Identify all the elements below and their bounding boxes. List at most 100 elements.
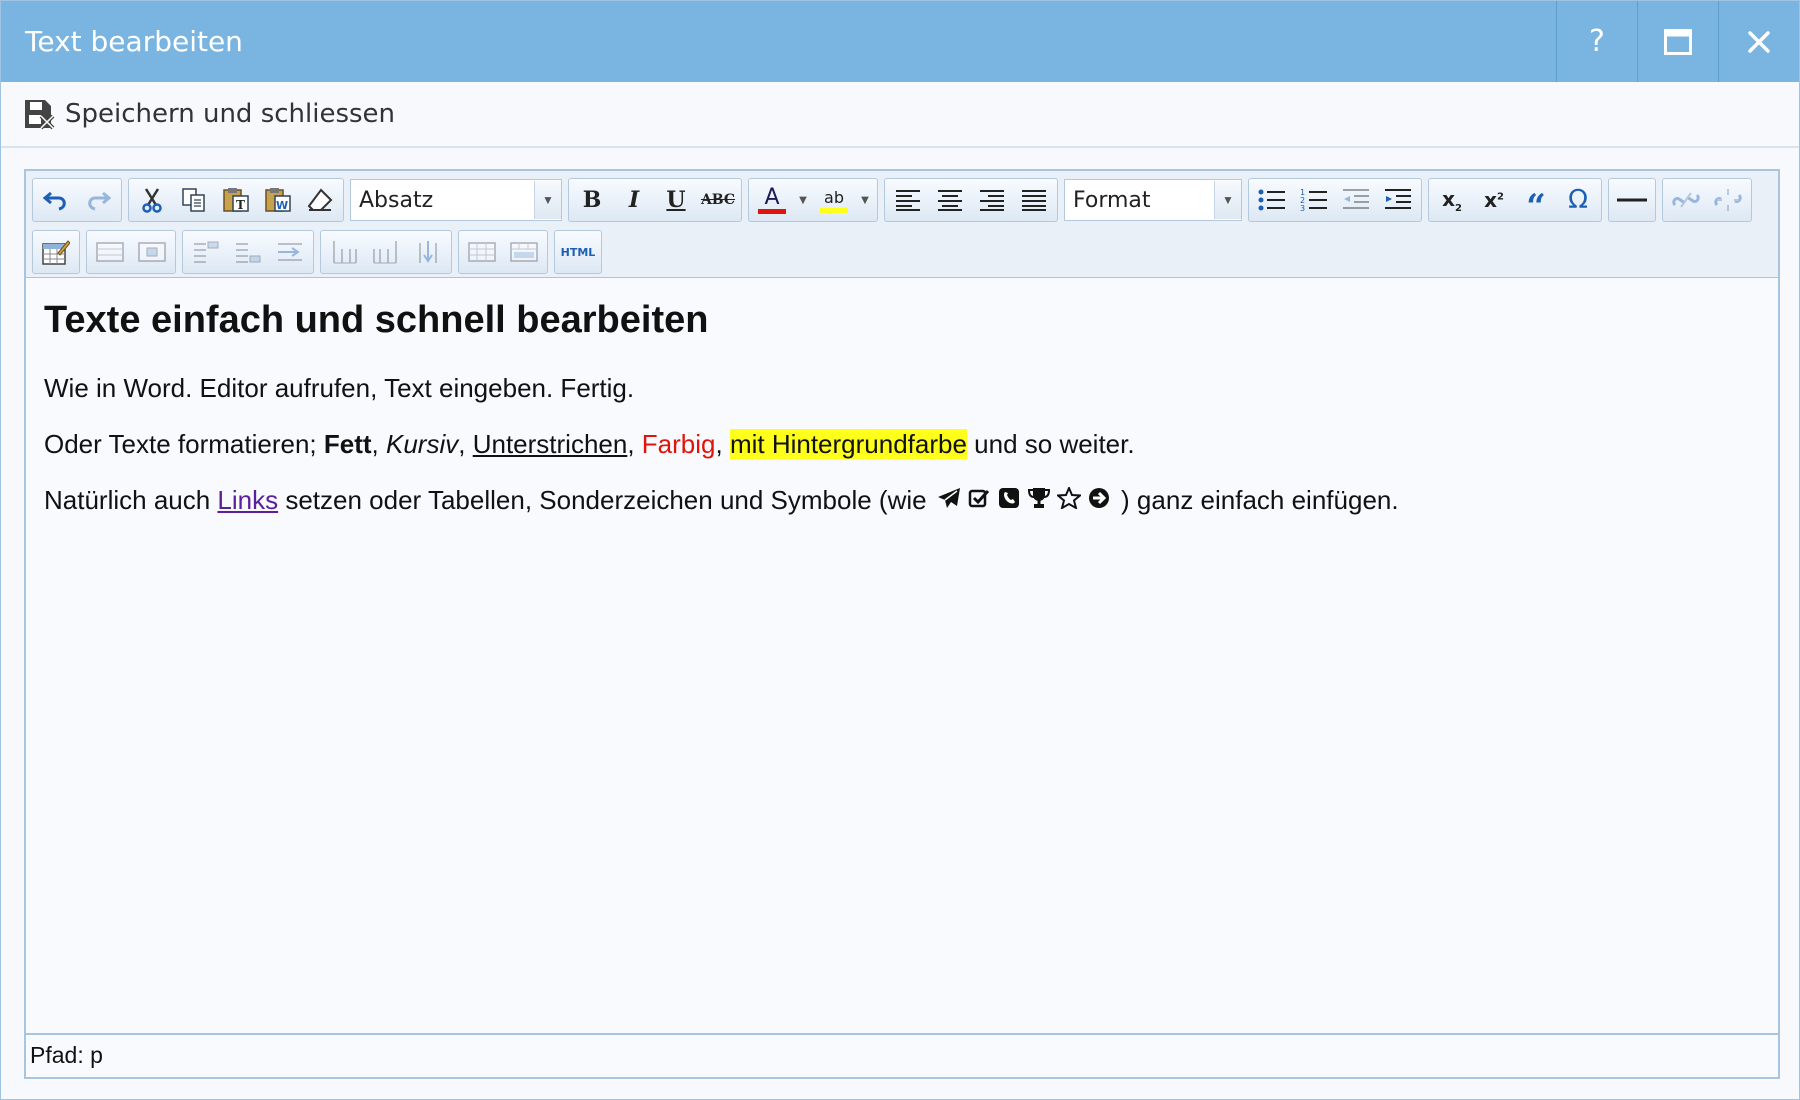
rich-text-editor: T W Absatz ▼ B I U ABC A ▼ ab ▼ Format ▼…: [24, 169, 1780, 1079]
editor-content[interactable]: Texte einfach und schnell bearbeiten Wie…: [26, 278, 1778, 1033]
copy-button[interactable]: [173, 181, 215, 219]
paragraph-select[interactable]: Absatz ▼: [350, 179, 562, 221]
p2-sep: ,: [715, 429, 730, 459]
table-edit-icon: [42, 240, 70, 265]
check-square-icon: [964, 482, 994, 518]
p2-highlighted: mit Hintergrundfarbe: [729, 429, 967, 459]
save-and-close-button[interactable]: Speichern und schliessen: [23, 96, 395, 132]
highlight-dropdown[interactable]: ▼: [855, 181, 875, 219]
close-icon: [1748, 30, 1770, 53]
link-icon: [1672, 192, 1700, 208]
edit-text-dialog: Text bearbeiten ? Speichern und schliess…: [0, 0, 1800, 1100]
column-group: [320, 230, 452, 274]
cut-button[interactable]: [131, 181, 173, 219]
highlight-bar: [820, 207, 848, 213]
paste-word-button[interactable]: W: [257, 181, 299, 219]
p3-end: ) ganz einfach einfügen.: [1113, 485, 1399, 515]
align-right-button[interactable]: [971, 181, 1013, 219]
p2-underline: Unterstrichen: [472, 429, 628, 459]
paragraph-3: Natürlich auch Links setzen oder Tabelle…: [44, 482, 1760, 518]
window-title: Text bearbeiten: [25, 25, 243, 58]
html-source-button[interactable]: HTML: [557, 233, 599, 271]
remove-format-button[interactable]: [299, 181, 341, 219]
undo-button[interactable]: [35, 181, 77, 219]
split-cells-button[interactable]: [461, 233, 503, 271]
align-center-button[interactable]: [929, 181, 971, 219]
close-button[interactable]: [1718, 1, 1799, 82]
insert-col-after-button[interactable]: [365, 233, 407, 271]
align-justify-icon: [1022, 190, 1046, 211]
row-after-icon: [236, 243, 261, 263]
chevron-down-icon[interactable]: ▼: [534, 181, 561, 219]
font-color-bar: [758, 208, 786, 214]
chevron-down-icon[interactable]: ▼: [1214, 181, 1241, 219]
maximize-icon: [1664, 28, 1692, 55]
svg-text:W: W: [276, 199, 288, 212]
chevron-down-icon: ▼: [861, 194, 869, 206]
redo-button[interactable]: [77, 181, 119, 219]
list-group: 123: [1248, 178, 1422, 222]
horizontal-rule-button[interactable]: [1611, 181, 1653, 219]
eraser-icon: [307, 188, 333, 211]
format-select[interactable]: Format ▼: [1064, 179, 1242, 221]
link-button[interactable]: [1665, 181, 1707, 219]
table-props-button[interactable]: [89, 233, 131, 271]
outdent-button[interactable]: [1335, 181, 1377, 219]
delete-col-button[interactable]: [407, 233, 449, 271]
blockquote-button[interactable]: “: [1515, 174, 1557, 227]
font-color-dropdown[interactable]: ▼: [793, 181, 813, 219]
title-bar[interactable]: Text bearbeiten ?: [1, 1, 1799, 82]
superscript-button[interactable]: x2: [1473, 181, 1515, 219]
table-insert-group: [32, 230, 80, 274]
p2-start: Oder Texte formatieren;: [44, 429, 324, 459]
copy-icon: [182, 188, 205, 212]
p2-sep: ,: [458, 429, 473, 459]
special-char-button[interactable]: Ω: [1557, 181, 1599, 219]
align-group: [884, 178, 1058, 222]
bold-button[interactable]: B: [571, 181, 613, 219]
svg-text:T: T: [236, 198, 245, 212]
paste-word-icon: W: [265, 188, 291, 212]
strikethrough-button[interactable]: ABC: [697, 181, 739, 219]
rule-group: [1608, 178, 1656, 222]
bullet-list-icon: [1258, 189, 1285, 211]
font-color-letter: A: [764, 184, 780, 210]
insert-table-button[interactable]: [35, 233, 77, 271]
bullet-list-button[interactable]: [1251, 181, 1293, 219]
numbered-list-button[interactable]: 123: [1293, 181, 1335, 219]
p3-start: Natürlich auch: [44, 485, 218, 515]
insert-row-after-button[interactable]: [227, 233, 269, 271]
phone-square-icon: [994, 482, 1024, 518]
content-link[interactable]: Links: [217, 485, 278, 515]
underline-button[interactable]: U: [655, 181, 697, 219]
unlink-icon: [1714, 189, 1742, 211]
delete-row-button[interactable]: [269, 233, 311, 271]
text-style-group: B I U ABC: [568, 178, 742, 222]
p2-sep: ,: [371, 429, 386, 459]
col-after-icon: [373, 241, 397, 264]
clipboard-group: T W: [128, 178, 344, 222]
insert-row-before-button[interactable]: [185, 233, 227, 271]
cell-props-button[interactable]: [131, 233, 173, 271]
font-color-button[interactable]: A: [751, 181, 793, 219]
insert-col-before-button[interactable]: [323, 233, 365, 271]
subscript-button[interactable]: x2: [1431, 181, 1473, 219]
outdent-icon: [1343, 189, 1369, 209]
cell-group: [458, 230, 548, 274]
highlight-button[interactable]: ab: [813, 181, 855, 219]
align-left-button[interactable]: [887, 181, 929, 219]
align-justify-button[interactable]: [1013, 181, 1055, 219]
italic-button[interactable]: I: [613, 181, 655, 219]
unlink-button[interactable]: [1707, 181, 1749, 219]
split-cells-icon: [468, 242, 496, 262]
help-button[interactable]: ?: [1556, 1, 1637, 82]
p2-end: und so weiter.: [966, 429, 1135, 459]
arrow-circle-right-icon: [1084, 482, 1114, 518]
content-heading: Texte einfach und schnell bearbeiten: [44, 299, 709, 341]
save-and-close-label: Speichern und schliessen: [65, 99, 396, 129]
paste-text-button[interactable]: T: [215, 181, 257, 219]
action-bar: Speichern und schliessen: [1, 82, 1799, 148]
maximize-button[interactable]: [1637, 1, 1718, 82]
merge-cells-button[interactable]: [503, 233, 545, 271]
indent-button[interactable]: [1377, 181, 1419, 219]
